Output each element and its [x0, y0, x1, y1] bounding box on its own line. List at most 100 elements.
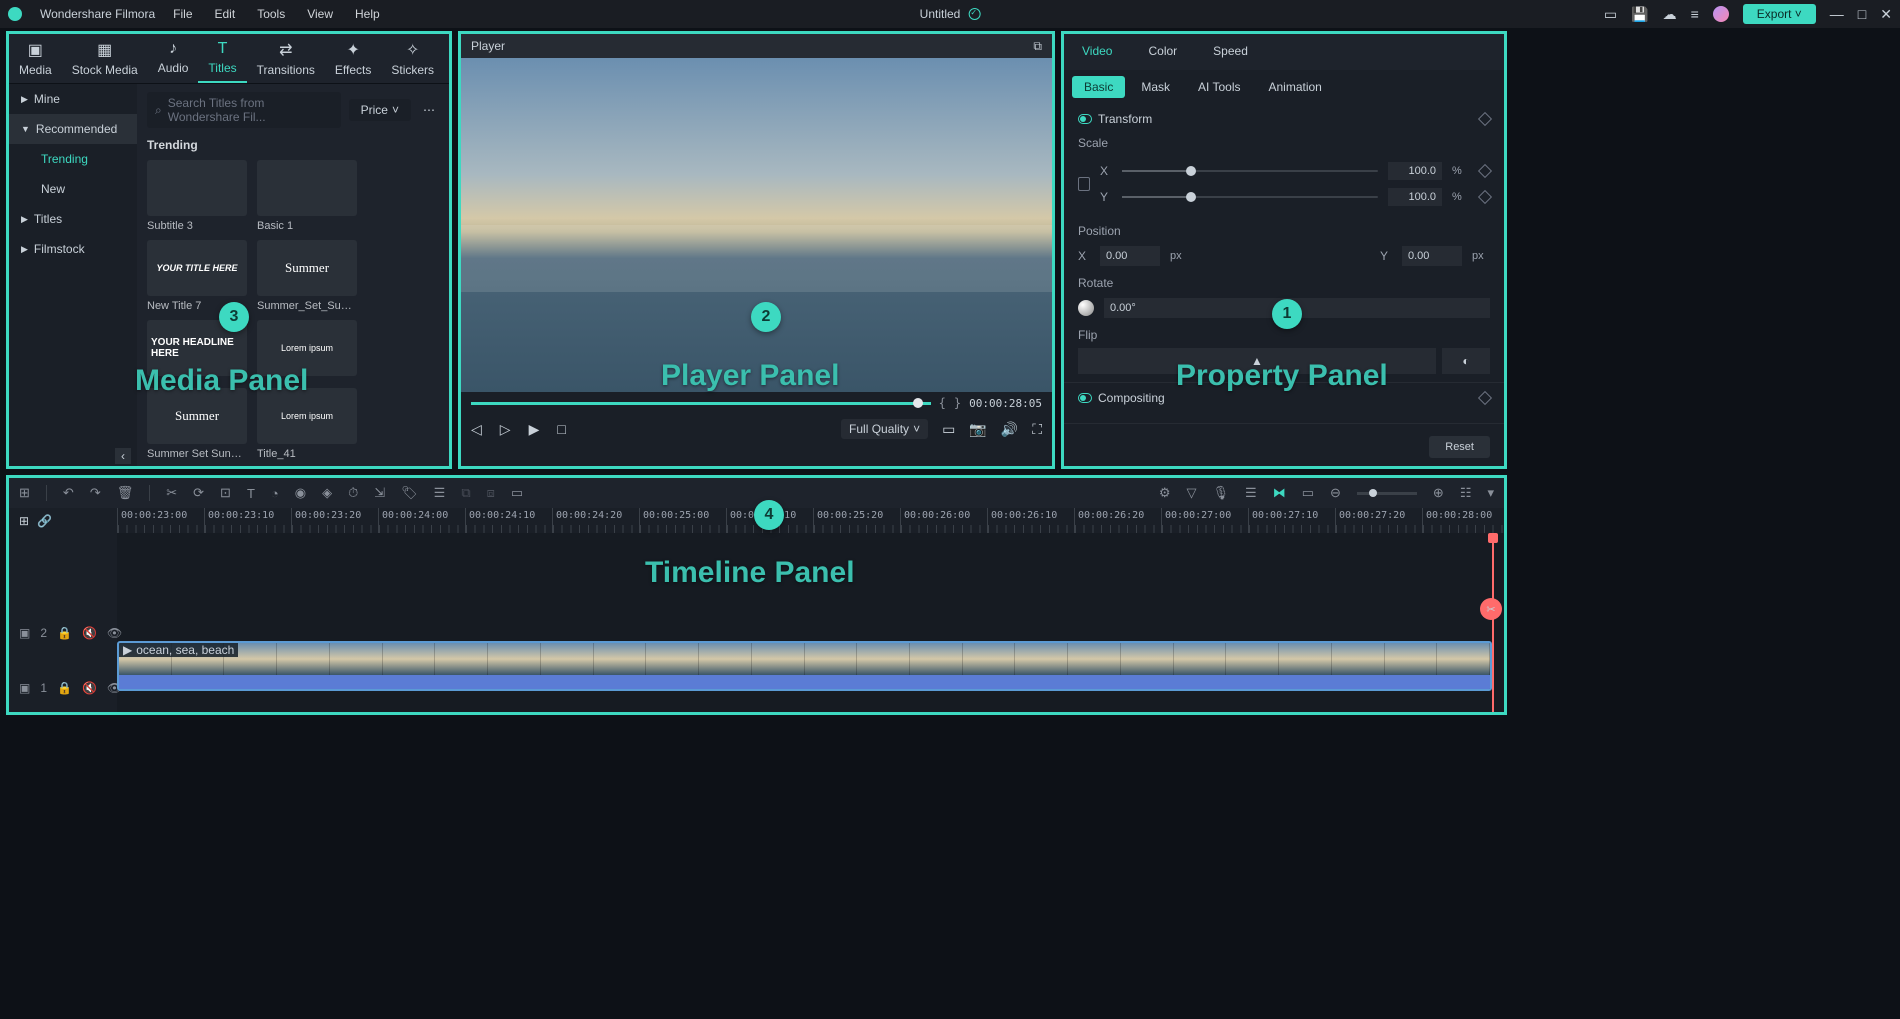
- crop-icon[interactable]: ⊡: [220, 485, 231, 501]
- lock-icon[interactable]: 🔒: [57, 626, 72, 640]
- marker-icon[interactable]: ▽: [1187, 485, 1197, 501]
- prop-sub-mask[interactable]: Mask: [1129, 76, 1182, 98]
- zoom-in-icon[interactable]: ⊕: [1433, 485, 1444, 501]
- video-clip[interactable]: ▶ocean, sea, beach: [117, 641, 1492, 691]
- position-y-input[interactable]: [1402, 246, 1462, 266]
- tab-media[interactable]: ▣Media: [9, 34, 62, 83]
- tab-stickers[interactable]: ✧Stickers: [381, 34, 444, 83]
- adjust-icon[interactable]: ☰: [434, 485, 446, 501]
- visibility-icon[interactable]: 👁: [107, 626, 122, 640]
- title-thumb[interactable]: Lorem ipsum: [257, 320, 357, 380]
- color-icon[interactable]: ◔: [271, 486, 279, 501]
- user-avatar[interactable]: [1713, 6, 1729, 22]
- menu-view[interactable]: View: [307, 7, 333, 21]
- flip-horizontal-button[interactable]: ▲: [1078, 348, 1436, 374]
- speed-ramp-icon[interactable]: ⏱: [348, 485, 358, 501]
- menu-edit[interactable]: Edit: [215, 7, 236, 21]
- volume-icon[interactable]: 🔊: [1001, 421, 1018, 438]
- save-icon[interactable]: 💾: [1631, 6, 1648, 23]
- transform-toggle[interactable]: [1078, 114, 1092, 124]
- keyframe-icon[interactable]: [1478, 190, 1492, 204]
- play-icon[interactable]: ▶: [529, 421, 540, 438]
- sidebar-recommended[interactable]: ▼Recommended: [9, 114, 137, 144]
- tab-audio[interactable]: ♪Audio: [148, 34, 199, 83]
- mute-icon[interactable]: 🔇: [82, 626, 97, 640]
- prop-sub-animation[interactable]: Animation: [1256, 76, 1333, 98]
- tab-transitions[interactable]: ⇄Transitions: [247, 34, 325, 83]
- player-viewport[interactable]: [461, 58, 1052, 392]
- rotate-dial-icon[interactable]: [1078, 300, 1094, 316]
- tab-titles[interactable]: TTitles: [198, 34, 246, 83]
- minimize-icon[interactable]: —: [1830, 6, 1844, 22]
- playhead[interactable]: [1492, 533, 1494, 712]
- reset-button[interactable]: Reset: [1429, 436, 1490, 458]
- prop-sub-aitools[interactable]: AI Tools: [1186, 76, 1252, 98]
- scrub-handle[interactable]: [913, 398, 923, 408]
- speed-icon[interactable]: ⟳: [193, 485, 204, 501]
- undo-icon[interactable]: ↶: [63, 485, 74, 501]
- tab-effects[interactable]: ✦Effects: [325, 34, 381, 83]
- flip-vertical-button[interactable]: ◐: [1442, 348, 1490, 374]
- tag-icon[interactable]: 🏷: [401, 485, 418, 501]
- keyframe-icon[interactable]: [1478, 164, 1492, 178]
- zoom-out-icon[interactable]: ⊖: [1330, 485, 1341, 501]
- mixer-icon[interactable]: ⚙: [1159, 485, 1171, 501]
- more-icon[interactable]: ⋯: [419, 99, 439, 121]
- next-frame-icon[interactable]: ▷: [500, 421, 511, 438]
- sidebar-new[interactable]: New: [9, 174, 137, 204]
- hamburger-icon[interactable]: ≡: [1691, 6, 1699, 22]
- snap-icon[interactable]: ⧓: [1273, 485, 1286, 501]
- add-track-icon[interactable]: ⊞: [19, 514, 29, 528]
- prop-sub-basic[interactable]: Basic: [1072, 76, 1125, 98]
- green-screen-icon[interactable]: ◉: [295, 485, 306, 501]
- mute-icon[interactable]: 🔇: [82, 681, 97, 695]
- scale-y-value[interactable]: 100.0: [1388, 188, 1442, 206]
- menu-file[interactable]: File: [173, 7, 192, 21]
- view-mode-icon[interactable]: ☷: [1460, 485, 1472, 501]
- chevron-down-icon[interactable]: ▾: [1487, 485, 1494, 501]
- reset-keyframe-icon[interactable]: [1478, 112, 1492, 126]
- tab-stock-media[interactable]: ▦Stock Media: [62, 34, 148, 83]
- title-thumb[interactable]: SummerSummer Set Sunshin...: [147, 388, 247, 460]
- mark-out-icon[interactable]: }: [954, 396, 961, 410]
- position-x-input[interactable]: [1100, 246, 1160, 266]
- stop-icon[interactable]: □: [557, 421, 565, 437]
- screen-icon[interactable]: ▭: [1604, 6, 1617, 23]
- lock-icon[interactable]: 🔒: [57, 681, 72, 695]
- link-icon[interactable]: 🔗: [37, 514, 52, 528]
- title-thumb[interactable]: Lorem ipsumTitle_41: [257, 388, 357, 460]
- reset-keyframe-icon[interactable]: [1478, 391, 1492, 405]
- search-input[interactable]: ⌕Search Titles from Wondershare Fil...: [147, 92, 341, 128]
- cloud-icon[interactable]: ☁: [1663, 6, 1677, 23]
- maximize-icon[interactable]: □: [1858, 6, 1866, 22]
- track-options-icon[interactable]: ⊞: [19, 485, 30, 501]
- prop-tab-color[interactable]: Color: [1130, 34, 1195, 70]
- close-icon[interactable]: ✕: [1880, 6, 1892, 23]
- menu-help[interactable]: Help: [355, 7, 380, 21]
- snapshot-compare-icon[interactable]: ⧉: [1033, 39, 1042, 54]
- record-icon[interactable]: 🎙: [1213, 485, 1230, 501]
- prop-tab-video[interactable]: Video: [1064, 34, 1130, 70]
- detach-audio-icon[interactable]: ⇲: [374, 485, 385, 501]
- redo-icon[interactable]: ↷: [90, 485, 101, 501]
- timeline-tracks[interactable]: ▣2 🔒 🔇 👁 ▣1 🔒 🔇 👁 ▶ocean, sea, beach ✂: [9, 533, 1504, 712]
- select-icon[interactable]: ▭: [1302, 485, 1314, 501]
- price-filter[interactable]: Price˅: [349, 99, 411, 121]
- voiceover-icon[interactable]: ▭: [511, 485, 523, 501]
- prev-frame-icon[interactable]: ◁: [471, 421, 482, 438]
- menu-tools[interactable]: Tools: [257, 7, 285, 21]
- title-thumb[interactable]: SummerSummer_Set_Sunshi...: [257, 240, 357, 312]
- scale-y-slider[interactable]: [1122, 196, 1378, 198]
- title-thumb[interactable]: Basic 1: [257, 160, 357, 232]
- zoom-slider[interactable]: [1357, 492, 1417, 495]
- lock-aspect-icon[interactable]: [1078, 177, 1090, 191]
- prop-tab-speed[interactable]: Speed: [1195, 34, 1266, 70]
- fullscreen-icon[interactable]: ⛶: [1032, 421, 1042, 438]
- page-prev[interactable]: ‹: [115, 448, 131, 464]
- tabs-overflow-icon[interactable]: »: [444, 34, 452, 83]
- export-button[interactable]: Export ˅: [1743, 4, 1816, 24]
- quality-dropdown[interactable]: Full Quality˅: [841, 419, 928, 439]
- text-icon[interactable]: T: [247, 486, 255, 501]
- sidebar-filmstock[interactable]: ▶Filmstock: [9, 234, 137, 264]
- sidebar-trending[interactable]: Trending: [9, 144, 137, 174]
